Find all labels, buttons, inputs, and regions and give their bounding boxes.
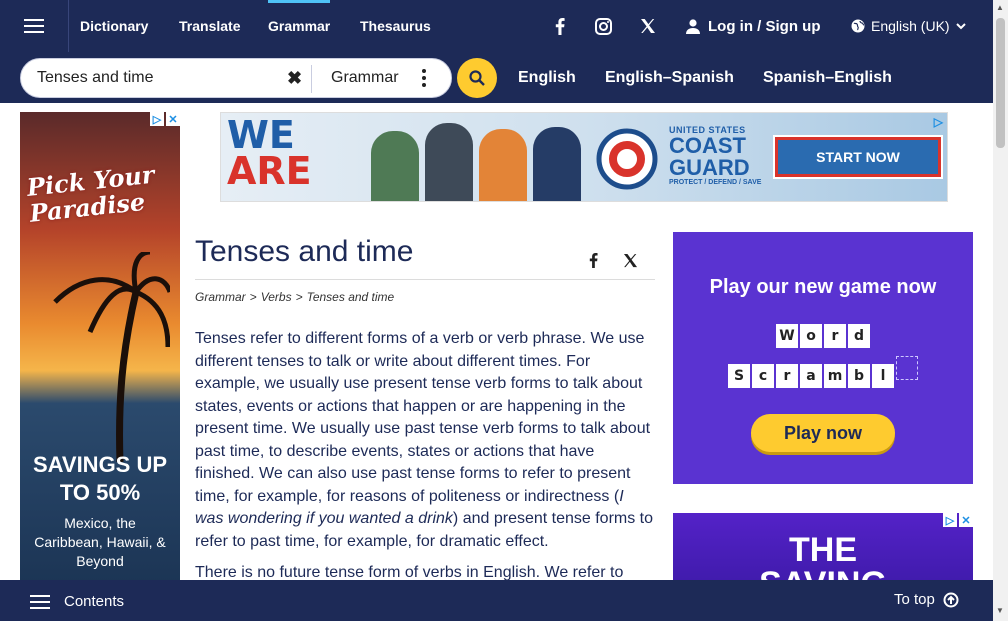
to-top-button[interactable]: To top	[894, 591, 959, 608]
ad-start-now-button[interactable]: START NOW	[773, 135, 943, 179]
chevron-down-icon	[955, 22, 966, 29]
nav-grammar[interactable]: Grammar	[268, 0, 331, 52]
contents-label: Contents	[64, 593, 125, 610]
instagram-icon[interactable]	[591, 0, 615, 52]
search-icon	[469, 70, 485, 86]
article-body: Tenses refer to different forms of a ver…	[195, 328, 655, 585]
nav-thesaurus[interactable]: Thesaurus	[360, 0, 431, 52]
play-now-button[interactable]: Play now	[751, 414, 895, 452]
breadcrumb: Grammar > Verbs > Tenses and time	[195, 290, 395, 304]
ad-game-heading: Play our new game now	[709, 276, 937, 298]
article: Tenses and time Grammar > Verbs > Tenses and…	[195, 232, 655, 594]
language-label: English (UK)	[871, 18, 950, 34]
search-divider	[311, 65, 312, 93]
dict-link-english[interactable]: English	[518, 52, 576, 103]
arrow-up-circle-icon	[943, 592, 959, 607]
nav-translate[interactable]: Translate	[179, 0, 240, 52]
scrollbar-thumb[interactable]	[996, 18, 1005, 148]
dict-link-spanish-english[interactable]: Spanish–English	[763, 52, 892, 103]
ad-choices-icon[interactable]: ▷	[934, 115, 943, 129]
nav-dictionary[interactable]: Dictionary	[80, 0, 148, 52]
search-input-box[interactable]: Tenses and time ✖ Grammar	[20, 58, 452, 98]
login-label: Log in / Sign up	[708, 17, 821, 35]
facebook-icon[interactable]	[548, 0, 572, 52]
scrollbar[interactable]: ▲ ▼	[993, 0, 1008, 621]
right-ad-game[interactable]: Play our new game now Word Scrambl Play …	[673, 232, 973, 484]
breadcrumb-grammar[interactable]: Grammar	[195, 290, 246, 304]
clear-search-icon[interactable]: ✖	[287, 68, 302, 89]
search-button[interactable]	[457, 58, 497, 98]
ad-savings: SAVINGS UP TO 50% Mexico, the Caribbean,…	[32, 452, 168, 569]
breadcrumb-verbs[interactable]: Verbs	[261, 290, 292, 304]
bottom-bar: Contents To top	[0, 580, 993, 621]
dictionary-selector[interactable]: Grammar	[331, 69, 399, 87]
paragraph: Tenses refer to different forms of a ver…	[195, 330, 654, 550]
word-tiles-row2: Scrambl	[673, 356, 973, 388]
ad-headline: WE ARE	[227, 113, 312, 193]
palm-tree-image	[53, 252, 170, 462]
more-options-icon[interactable]	[421, 69, 427, 87]
menu-icon[interactable]	[0, 0, 69, 52]
ad-coast-guard-brand: UNITED STATES COAST GUARD PROTECT / DEFE…	[669, 125, 762, 186]
left-ad-banner[interactable]: ▷ ✕ Pick Your Paradise SAVINGS UP TO 50% …	[20, 112, 180, 582]
globe-icon	[851, 19, 865, 33]
ad-choices[interactable]: ▷ ✕	[943, 513, 973, 527]
x-twitter-icon[interactable]	[636, 0, 660, 52]
ad-brand-text: Pick Your Paradise	[25, 159, 156, 228]
language-selector[interactable]: English (UK)	[851, 0, 966, 52]
ad-choices[interactable]: ▷ ✕	[150, 112, 180, 126]
to-top-label: To top	[894, 591, 935, 608]
ad-people-image	[371, 121, 581, 201]
word-tiles-row1: Word	[673, 324, 973, 348]
dict-link-english-spanish[interactable]: English–Spanish	[605, 52, 734, 103]
top-navigation-bar: Dictionary Translate Grammar Thesaurus L…	[0, 0, 993, 52]
scroll-down-icon[interactable]: ▼	[996, 606, 1004, 615]
breadcrumb-current: Tenses and time	[306, 290, 395, 304]
share-x-icon[interactable]	[620, 250, 640, 270]
search-input[interactable]: Tenses and time	[37, 69, 154, 87]
share-facebook-icon[interactable]	[583, 250, 603, 270]
user-icon	[686, 18, 700, 34]
contents-button[interactable]: Contents	[30, 593, 124, 610]
list-icon	[30, 600, 50, 603]
scroll-up-icon[interactable]: ▲	[996, 3, 1004, 12]
login-link[interactable]: Log in / Sign up	[686, 0, 820, 52]
top-ad-banner[interactable]: WE ARE UNITED STATES COAST GUARD PROTECT…	[220, 112, 948, 202]
coast-guard-emblem-icon	[596, 128, 658, 190]
